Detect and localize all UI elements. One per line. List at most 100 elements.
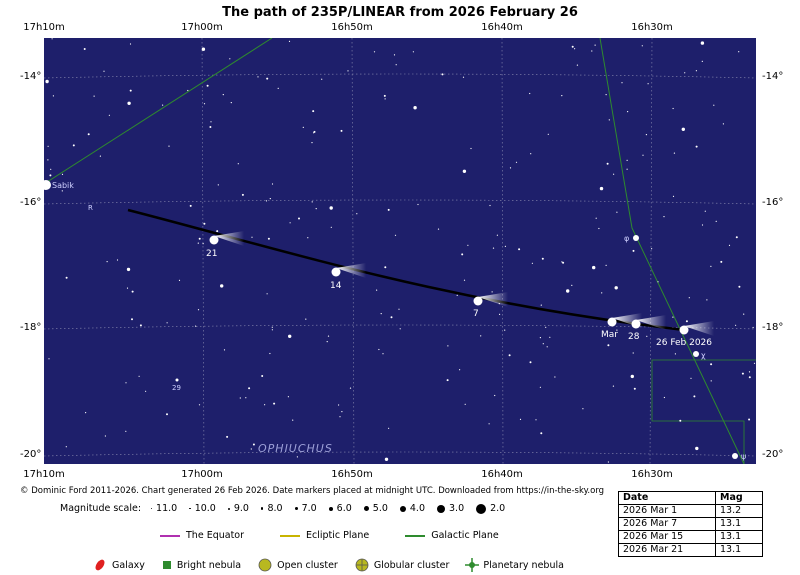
background-star (674, 353, 677, 355)
background-star (598, 227, 600, 230)
background-star (296, 456, 298, 458)
ra-label-top: 16h50m (331, 22, 373, 33)
mag-item: 11.0 (151, 503, 177, 514)
background-star (398, 308, 400, 310)
background-star (393, 54, 396, 56)
background-star (50, 168, 52, 170)
background-star (313, 132, 315, 134)
background-star (630, 374, 634, 379)
ra-label-top: 16h30m (631, 22, 673, 33)
background-star (288, 40, 291, 42)
background-star (288, 334, 292, 338)
background-star (459, 369, 461, 371)
background-star (542, 343, 544, 345)
background-star (287, 396, 289, 398)
legend-globular-cluster: Globular cluster (354, 557, 449, 573)
background-star (713, 104, 715, 106)
background-star (695, 70, 698, 72)
open-cluster-icon (258, 558, 272, 572)
background-star (197, 309, 200, 311)
background-star (104, 435, 106, 437)
background-star (48, 358, 50, 360)
background-star (390, 316, 393, 319)
background-star (380, 313, 382, 315)
galactic-plane-line (44, 38, 745, 464)
background-star (209, 126, 212, 128)
dec-label-left: -16° (20, 197, 42, 208)
background-star (748, 371, 751, 373)
background-star (315, 208, 317, 210)
background-star (562, 261, 565, 264)
background-star (341, 411, 343, 413)
background-star (145, 390, 147, 392)
background-star (202, 243, 204, 245)
background-star (412, 51, 414, 53)
background-star (384, 98, 386, 100)
background-star (52, 95, 54, 97)
background-star (248, 387, 251, 390)
background-star (546, 346, 548, 348)
comet-marker: 21 (206, 231, 244, 259)
background-star (116, 259, 119, 261)
background-star (646, 335, 648, 337)
background-star (326, 341, 328, 343)
mag-item: 10.0 (189, 503, 216, 514)
background-star (571, 45, 574, 48)
background-star (197, 242, 199, 244)
background-star (383, 94, 386, 97)
table-row: 2026 Mar 15 13.1 (618, 530, 763, 544)
background-star (252, 443, 255, 446)
background-star (47, 145, 49, 147)
background-star (264, 404, 266, 406)
background-star (748, 376, 751, 379)
dec-label-right: -20° (762, 449, 784, 460)
background-star (417, 203, 419, 206)
background-star (595, 217, 597, 219)
background-star (748, 418, 751, 421)
background-star (672, 107, 674, 110)
background-star (125, 382, 127, 384)
background-star (722, 123, 725, 125)
background-star (504, 245, 506, 247)
background-star (612, 385, 615, 387)
comet-marker: 14 (330, 263, 366, 291)
background-star (599, 186, 604, 191)
dec-label-right: -16° (762, 197, 784, 208)
background-star (684, 72, 686, 74)
table-row: 2026 Mar 21 13.1 (618, 543, 763, 557)
background-star (277, 87, 279, 89)
background-star (230, 102, 232, 104)
coordinate-grid (44, 38, 756, 464)
background-star (621, 82, 623, 84)
mag-item: 6.0 (328, 503, 352, 514)
background-star (735, 236, 738, 239)
background-star (519, 418, 522, 420)
object-legend: Galaxy Bright nebula Open cluster Globul… (92, 557, 580, 573)
background-star (672, 195, 675, 197)
background-star (679, 419, 682, 422)
background-star (178, 279, 181, 281)
background-star (735, 324, 737, 326)
background-star (594, 44, 596, 46)
background-star (673, 152, 676, 154)
background-star (273, 402, 276, 405)
background-star (108, 114, 110, 116)
background-star (601, 292, 603, 294)
background-star (129, 43, 132, 45)
magnitude-scale-label: Magnitude scale: (60, 503, 142, 514)
background-star (461, 253, 464, 256)
background-star (237, 163, 239, 165)
background-star (509, 167, 512, 169)
background-star (690, 377, 692, 379)
background-star (311, 142, 313, 144)
background-star (741, 372, 744, 375)
magnitude-scale: Magnitude scale: 11.0 10.0 9.0 8.0 7.0 6… (60, 503, 517, 514)
background-star (265, 200, 268, 202)
background-star (321, 78, 323, 80)
background-star (187, 89, 189, 92)
background-star (566, 289, 570, 293)
mag-item: 7.0 (294, 503, 317, 514)
background-star (463, 279, 466, 281)
table-row: 2026 Mar 1 13.2 (618, 504, 763, 518)
background-star (384, 266, 387, 269)
